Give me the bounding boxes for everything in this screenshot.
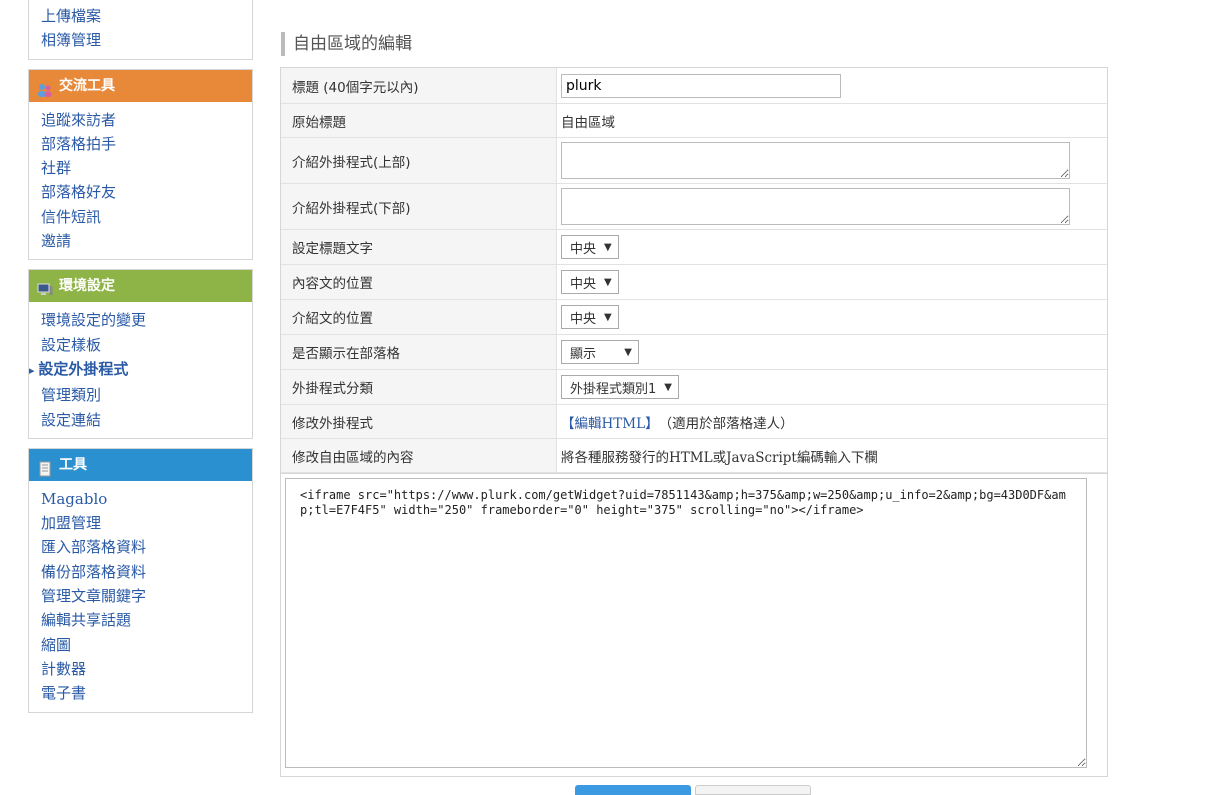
original-title-label: 原始標題 (281, 104, 557, 137)
sidebar-link-upload-files[interactable]: 上傳檔案 (41, 4, 252, 28)
sidebar-link-thumbnail[interactable]: 縮圖 (41, 633, 252, 657)
intro-position-label: 介紹文的位置 (281, 300, 557, 334)
sidebar-link-ebook[interactable]: 電子書 (41, 681, 252, 705)
sidebar-header-communication: 交流工具 (29, 69, 252, 102)
intro-bottom-textarea[interactable] (561, 188, 1070, 225)
sidebar-link-links[interactable]: 設定連結 (41, 408, 252, 432)
form-row-original-title: 原始標題 自由區域 (281, 104, 1107, 138)
sidebar-header-tools: 工具 (29, 448, 252, 481)
title-input[interactable] (561, 73, 841, 98)
sidebar-link-blog-clap[interactable]: 部落格拍手 (41, 132, 252, 156)
code-textarea[interactable] (285, 478, 1087, 768)
sidebar-header-title: 交流工具 (59, 77, 115, 94)
chevron-down-icon: ▼ (624, 346, 632, 358)
save-button[interactable] (575, 785, 691, 795)
sidebar: 上傳檔案 相簿管理 交流工具 追蹤來訪者 部落格拍手 社群 部落格好友 信件短訊… (28, 0, 253, 722)
show-select[interactable]: 顯示 ▼ (561, 340, 639, 364)
title-text-label: 設定標題文字 (281, 230, 557, 264)
sidebar-link-keywords[interactable]: 管理文章關鍵字 (41, 584, 252, 608)
title-text-select[interactable]: 中央 ▼ (561, 235, 619, 259)
document-icon (37, 457, 53, 477)
content-position-label: 內容文的位置 (281, 265, 557, 299)
edit-html-link[interactable]: 【編輯HTML】 (561, 412, 659, 432)
sidebar-link-affiliate[interactable]: 加盟管理 (41, 511, 252, 535)
page-title: 自由區域的編輯 (281, 32, 412, 56)
people-icon (37, 78, 53, 97)
sidebar-link-change-settings[interactable]: 環境設定的變更 (41, 308, 252, 332)
original-title-value: 自由區域 (561, 114, 615, 131)
form-row-code (281, 473, 1107, 776)
edit-plugin-label: 修改外掛程式 (281, 405, 557, 438)
content-label: 修改自由區域的內容 (281, 439, 557, 472)
sidebar-link-plugins-current[interactable]: 設定外掛程式 (38, 357, 252, 383)
show-label: 是否顯示在部落格 (281, 335, 557, 369)
sidebar-link-counter[interactable]: 計數器 (41, 657, 252, 681)
sidebar-link-categories[interactable]: 管理類別 (41, 383, 252, 407)
sidebar-header-title: 工具 (59, 456, 87, 473)
intro-position-select[interactable]: 中央 ▼ (561, 305, 619, 329)
intro-top-label: 介紹外掛程式(上部) (281, 138, 557, 183)
sidebar-link-community[interactable]: 社群 (41, 156, 252, 180)
form-row-title-text: 設定標題文字 中央 ▼ (281, 230, 1107, 265)
form-row-intro-bottom: 介紹外掛程式(下部) (281, 184, 1107, 230)
chevron-down-icon: ▼ (604, 241, 612, 253)
sidebar-link-import[interactable]: 匯入部落格資料 (41, 535, 252, 559)
title-label: 標題 (40個字元以內) (281, 68, 557, 103)
sidebar-link-backup[interactable]: 備份部落格資料 (41, 560, 252, 584)
sidebar-link-template[interactable]: 設定樣板 (41, 333, 252, 357)
content-position-select[interactable]: 中央 ▼ (561, 270, 619, 294)
plugin-edit-form: 標題 (40個字元以內) 原始標題 自由區域 介紹外掛程式(上部) 介紹外掛程式… (280, 67, 1108, 777)
category-label: 外掛程式分類 (281, 370, 557, 404)
sidebar-box-communication: 交流工具 追蹤來訪者 部落格拍手 社群 部落格好友 信件短訊 邀請 (28, 68, 253, 261)
intro-top-textarea[interactable] (561, 142, 1070, 179)
sidebar-box-files: 上傳檔案 相簿管理 (28, 0, 253, 60)
sidebar-link-album-manage[interactable]: 相簿管理 (41, 28, 252, 52)
sidebar-header-title: 環境設定 (59, 278, 115, 295)
category-select[interactable]: 外掛程式類別1 ▼ (561, 375, 679, 399)
form-row-title: 標題 (40個字元以內) (281, 68, 1107, 104)
sidebar-box-tools: 工具 Magablo 加盟管理 匯入部落格資料 備份部落格資料 管理文章關鍵字 … (28, 447, 253, 713)
sidebar-link-messages[interactable]: 信件短訊 (41, 205, 252, 229)
form-row-category: 外掛程式分類 外掛程式類別1 ▼ (281, 370, 1107, 405)
chevron-down-icon: ▼ (604, 311, 612, 323)
monitor-icon (37, 278, 53, 296)
form-row-content: 修改自由區域的內容 將各種服務發行的HTML或JavaScript編碼輸入下欄 (281, 439, 1107, 473)
sidebar-link-shared-topics[interactable]: 編輯共享話題 (41, 608, 252, 632)
edit-plugin-note: （適用於部落格達人） (658, 415, 794, 432)
form-row-edit-plugin: 修改外掛程式 【編輯HTML】 （適用於部落格達人） (281, 405, 1107, 439)
sidebar-header-settings: 環境設定 (29, 270, 252, 303)
content-note: 將各種服務發行的HTML或JavaScript編碼輸入下欄 (561, 449, 878, 466)
chevron-down-icon: ▼ (664, 381, 672, 393)
sidebar-link-invite[interactable]: 邀請 (41, 229, 252, 253)
form-row-intro-top: 介紹外掛程式(上部) (281, 138, 1107, 184)
sidebar-link-track-visitors[interactable]: 追蹤來訪者 (41, 108, 252, 132)
form-row-show: 是否顯示在部落格 顯示 ▼ (281, 335, 1107, 370)
chevron-down-icon: ▼ (604, 276, 612, 288)
sidebar-link-blog-friends[interactable]: 部落格好友 (41, 180, 252, 204)
sidebar-link-magablo[interactable]: Magablo (41, 487, 252, 511)
form-row-content-position: 內容文的位置 中央 ▼ (281, 265, 1107, 300)
cancel-button[interactable] (695, 785, 811, 795)
form-row-intro-position: 介紹文的位置 中央 ▼ (281, 300, 1107, 335)
intro-bottom-label: 介紹外掛程式(下部) (281, 184, 557, 229)
sidebar-box-settings: 環境設定 環境設定的變更 設定樣板 設定外掛程式 管理類別 設定連結 (28, 269, 253, 439)
